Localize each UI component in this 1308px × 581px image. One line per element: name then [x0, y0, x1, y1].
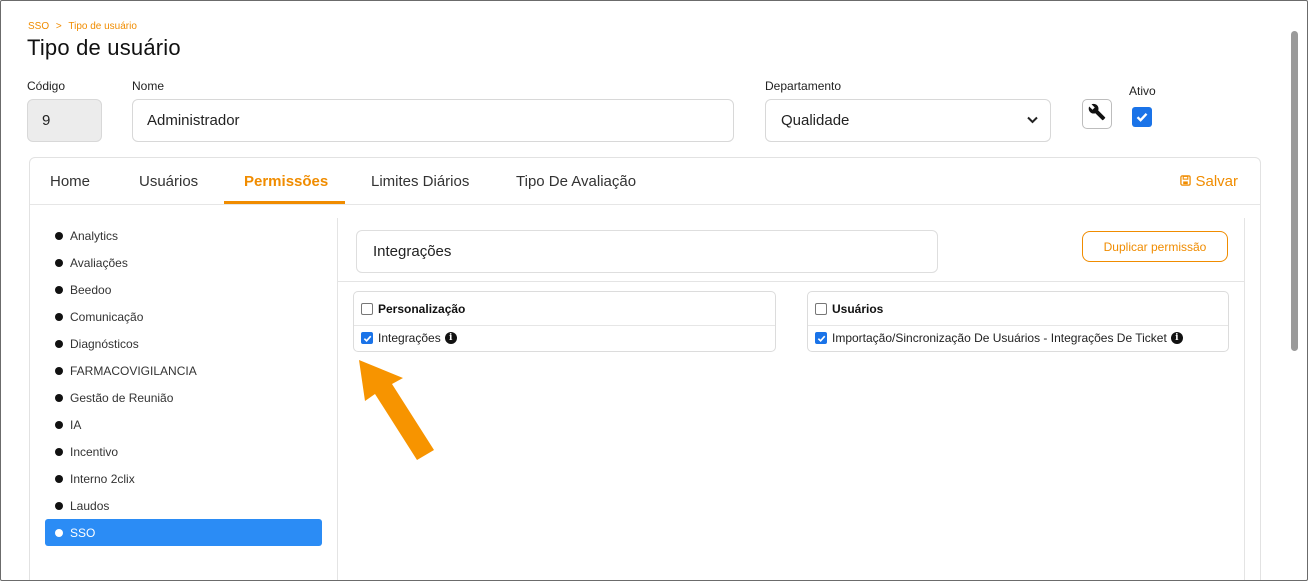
- tab-home[interactable]: Home: [50, 173, 90, 190]
- sidebar-item-label: IA: [70, 417, 82, 432]
- sidebar-item-gestao-de-reuniao[interactable]: Gestão de Reunião: [45, 384, 322, 411]
- save-button[interactable]: Salvar: [1180, 173, 1238, 190]
- sidebar-item-label: FARMACOVIGILANCIA: [70, 363, 197, 378]
- sidebar-item-incentivo[interactable]: Incentivo: [45, 438, 322, 465]
- save-label: Salvar: [1195, 173, 1238, 190]
- bullet-icon: [55, 528, 63, 537]
- group-checkbox[interactable]: [361, 302, 373, 315]
- group-header: Usuários: [808, 292, 1228, 326]
- breadcrumb-current: Tipo de usuário: [68, 21, 137, 32]
- bullet-icon: [55, 420, 63, 429]
- permission-row: Integrações i: [354, 326, 775, 350]
- codigo-field: 9: [27, 99, 102, 142]
- nome-input[interactable]: Administrador: [132, 99, 734, 142]
- save-icon: [1180, 173, 1192, 190]
- sidebar-item-label: Avaliações: [70, 255, 128, 270]
- sidebar-item-label: Analytics: [70, 228, 119, 243]
- sidebar-item-avaliacoes[interactable]: Avaliações: [45, 249, 322, 276]
- sidebar-item-label: Diagnósticos: [70, 336, 139, 351]
- nome-label: Nome: [132, 79, 165, 93]
- chevron-down-icon: [1027, 115, 1038, 127]
- info-icon[interactable]: i: [1170, 332, 1183, 344]
- bullet-icon: [55, 258, 63, 267]
- departamento-label: Departamento: [765, 79, 842, 93]
- group-title: Usuários: [832, 301, 884, 316]
- tab-limites-diarios[interactable]: Limites Diários: [371, 173, 469, 190]
- ativo-label: Ativo: [1129, 84, 1156, 98]
- tab-usuarios[interactable]: Usuários: [139, 173, 198, 190]
- sidebar-item-farmacovigilancia[interactable]: FARMACOVIGILANCIA: [45, 357, 322, 384]
- sidebar-item-label: Beedoo: [70, 282, 112, 297]
- permission-checkbox[interactable]: [815, 332, 827, 344]
- permission-label: Importação/Sincronização De Usuários - I…: [832, 331, 1167, 345]
- group-header: Personalização: [354, 292, 775, 326]
- permission-group-usuarios: Usuários Importação/Sincronização De Usu…: [807, 291, 1229, 352]
- sidebar-item-label: Incentivo: [70, 444, 119, 459]
- tab-permissoes[interactable]: Permissões: [244, 173, 328, 190]
- sidebar-item-label: Laudos: [70, 498, 110, 513]
- bullet-icon: [55, 474, 63, 483]
- departamento-value: Qualidade: [781, 112, 850, 129]
- sidebar-item-label: Comunicação: [70, 309, 144, 324]
- bullet-icon: [55, 312, 63, 321]
- permissions-panel: Home Usuários Permissões Limites Diários…: [29, 157, 1261, 580]
- sidebar-item-ia[interactable]: IA: [45, 411, 322, 438]
- bullet-icon: [55, 231, 63, 240]
- breadcrumb-root[interactable]: SSO: [28, 21, 49, 32]
- ativo-checkbox[interactable]: [1132, 107, 1152, 127]
- sidebar-item-label: Gestão de Reunião: [70, 390, 174, 405]
- permission-label: Integrações: [378, 331, 441, 345]
- bullet-icon: [55, 501, 63, 510]
- departamento-select[interactable]: Qualidade: [765, 99, 1051, 142]
- sidebar-item-interno-2clix[interactable]: Interno 2clix: [45, 465, 322, 492]
- sidebar-item-label: Interno 2clix: [70, 471, 135, 486]
- active-tab-indicator: [224, 201, 345, 204]
- sidebar-item-laudos[interactable]: Laudos: [45, 492, 322, 519]
- info-icon[interactable]: i: [444, 332, 457, 344]
- bullet-icon: [55, 366, 63, 375]
- bullet-icon: [55, 285, 63, 294]
- tab-bar: Home Usuários Permissões Limites Diários…: [30, 158, 1260, 205]
- breadcrumb-separator: >: [55, 21, 62, 32]
- sidebar-item-sso[interactable]: SSO: [45, 519, 322, 546]
- permission-row: Importação/Sincronização De Usuários - I…: [808, 326, 1228, 350]
- breadcrumb: SSO > Tipo de usuário: [28, 21, 137, 32]
- bullet-icon: [55, 447, 63, 456]
- duplicate-permission-button[interactable]: Duplicar permissão: [1082, 231, 1228, 262]
- divider: [337, 218, 338, 580]
- sidebar-item-comunicacao[interactable]: Comunicação: [45, 303, 322, 330]
- divider: [1244, 218, 1245, 580]
- divider: [338, 281, 1244, 282]
- codigo-label: Código: [27, 79, 66, 93]
- annotation-arrow-icon: [359, 360, 434, 460]
- sidebar-item-label: SSO: [70, 525, 96, 540]
- sidebar-item-analytics[interactable]: Analytics: [45, 222, 322, 249]
- permission-group-personalizacao: Personalização Integrações i: [353, 291, 776, 352]
- app-frame: SSO > Tipo de usuário Tipo de usuário Có…: [0, 0, 1308, 581]
- module-name-field: Integrações: [356, 230, 938, 273]
- module-sidebar: Analytics Avaliações Beedoo Comunicação …: [45, 222, 322, 546]
- bullet-icon: [55, 393, 63, 402]
- page-title: Tipo de usuário: [27, 35, 181, 60]
- group-title: Personalização: [378, 301, 466, 316]
- tab-tipo-de-avaliacao[interactable]: Tipo De Avaliação: [516, 173, 636, 190]
- bullet-icon: [55, 339, 63, 348]
- wrench-icon: [1088, 103, 1106, 126]
- permission-checkbox[interactable]: [361, 332, 373, 344]
- sidebar-item-diagnosticos[interactable]: Diagnósticos: [45, 330, 322, 357]
- wrench-button[interactable]: [1082, 99, 1112, 129]
- scrollbar[interactable]: [1291, 31, 1298, 351]
- group-checkbox[interactable]: [815, 302, 827, 315]
- sidebar-item-beedoo[interactable]: Beedoo: [45, 276, 322, 303]
